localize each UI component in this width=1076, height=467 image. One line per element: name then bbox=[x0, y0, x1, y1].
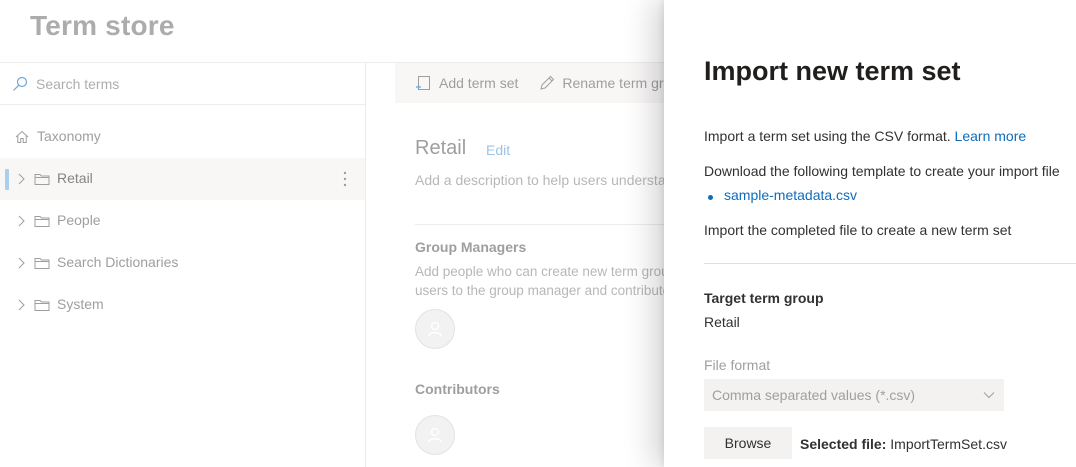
template-download-link[interactable]: sample-metadata.csv bbox=[724, 187, 857, 203]
target-group-label: Target term group bbox=[704, 290, 824, 306]
panel-title: Import new term set bbox=[704, 56, 961, 86]
learn-more-link[interactable]: Learn more bbox=[955, 128, 1027, 144]
selected-file: Selected file: ImportTermSet.csv bbox=[800, 436, 1007, 452]
import-intro: Import a term set using the CSV format. … bbox=[704, 128, 1026, 144]
file-format-value: Comma separated values (*.csv) bbox=[712, 387, 916, 403]
download-instructions: Download the following template to creat… bbox=[704, 163, 1060, 179]
list-bullet bbox=[708, 195, 713, 200]
target-group-value: Retail bbox=[704, 314, 740, 330]
import-term-set-panel: Import new term set Import a term set us… bbox=[664, 0, 1076, 467]
completed-file-instructions: Import the completed file to create a ne… bbox=[704, 222, 1012, 238]
file-format-label: File format bbox=[704, 357, 771, 373]
panel-divider bbox=[704, 263, 1076, 264]
chevron-down-icon bbox=[983, 392, 995, 399]
selected-file-name: ImportTermSet.csv bbox=[890, 436, 1007, 452]
file-format-dropdown[interactable]: Comma separated values (*.csv) bbox=[704, 379, 1004, 411]
import-intro-text: Import a term set using the CSV format. bbox=[704, 128, 951, 144]
browse-button[interactable]: Browse bbox=[704, 427, 792, 459]
selected-file-label: Selected file: bbox=[800, 436, 887, 452]
